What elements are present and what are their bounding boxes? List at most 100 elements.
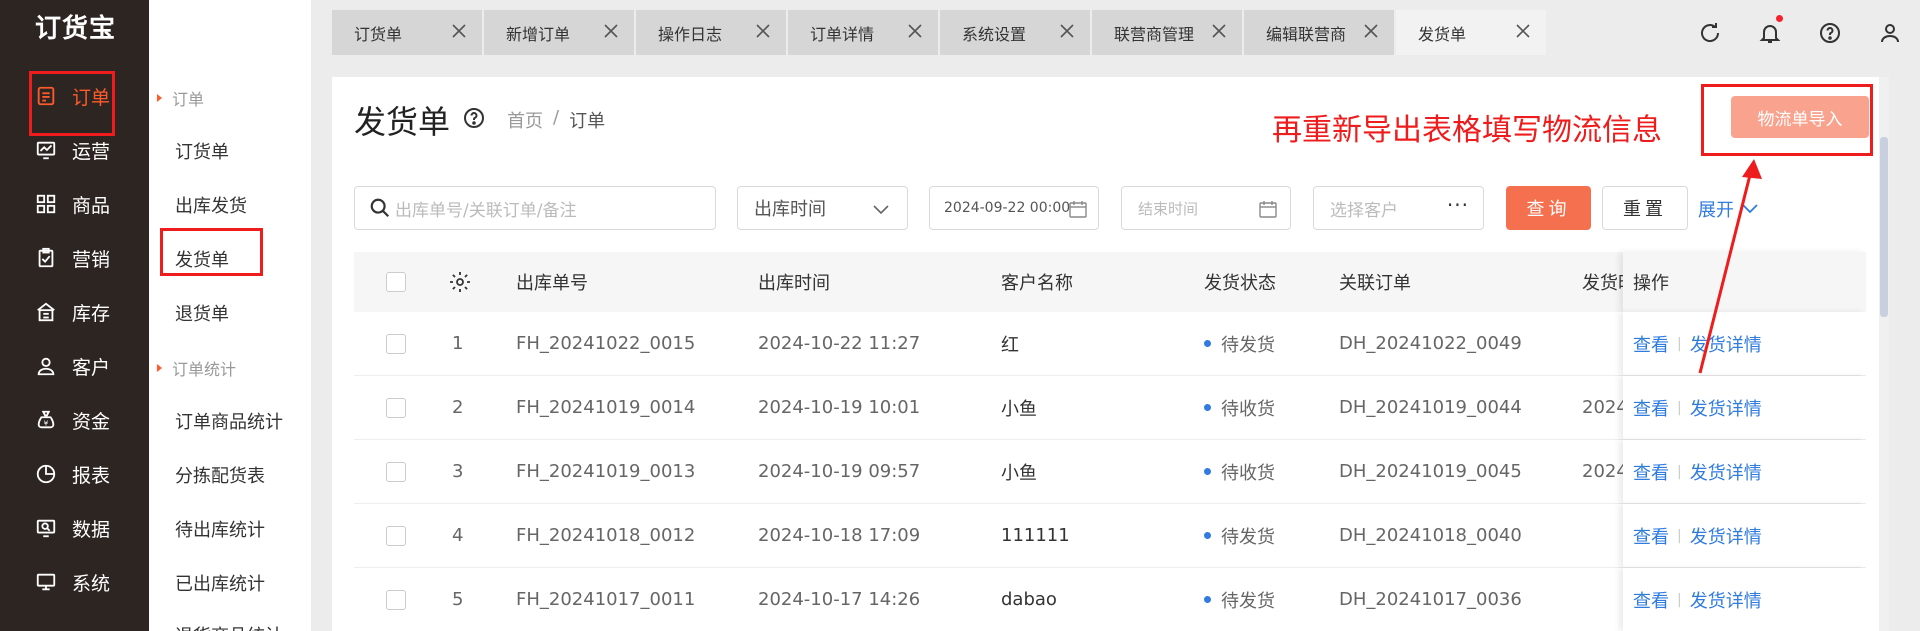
col-header-time: 出库时间 (758, 273, 830, 294)
top-toolbar (1680, 10, 1920, 55)
subnav-item-done-outbound[interactable]: 已出库统计 (175, 570, 265, 596)
sidebar-item-customers[interactable]: 客户 (0, 346, 149, 386)
close-icon[interactable] (1514, 22, 1532, 40)
end-time-input[interactable]: 结束时间 (1121, 186, 1291, 230)
scrollbar-thumb[interactable] (1880, 137, 1888, 317)
search-placeholder: 出库单号/关联订单/备注 (395, 200, 577, 221)
app-logo: 订货宝 (35, 14, 117, 44)
end-time-placeholder: 结束时间 (1138, 199, 1199, 218)
row-ship-time: 2024 (1582, 461, 1628, 482)
close-icon[interactable] (450, 22, 468, 40)
row-ship-time: 2024 (1582, 397, 1628, 418)
sidebar-item-system[interactable]: 系统 (0, 562, 149, 602)
main-content: 发货单 首页 / 订单 再重新导出表格填写物流信息 物流单导入 出库单号/关联订… (332, 77, 1889, 631)
tab-order-list[interactable]: 订货单 (332, 10, 482, 55)
tab-order-detail[interactable]: 订单详情 (788, 10, 938, 55)
row-time: 2024-10-17 14:26 (758, 589, 921, 610)
more-icon: ··· (1446, 193, 1469, 217)
chevron-down-icon (1742, 204, 1758, 214)
user-icon (1881, 23, 1899, 42)
close-icon[interactable] (1210, 22, 1228, 40)
subnav-group-stats: 订单统计 (157, 356, 236, 380)
annotation-text: 再重新导出表格填写物流信息 (1272, 113, 1662, 148)
sidebar-item-data[interactable]: 数据 (0, 508, 149, 548)
subnav-item-pending-outbound[interactable]: 待出库统计 (175, 516, 265, 542)
close-icon[interactable] (754, 22, 772, 40)
delivery-detail-link[interactable]: 发货详情 (1690, 587, 1762, 613)
row-no: FH_20241018_0012 (516, 525, 696, 546)
warehouse-icon (34, 300, 58, 324)
table-header: 出库单号 出库时间 客户名称 发货状态 关联订单 发货时 操作 (354, 252, 1866, 312)
sidebar-item-inventory[interactable]: 库存 (0, 292, 149, 332)
tab-edit-partner[interactable]: 编辑联营商 (1244, 10, 1394, 55)
tab-system-settings[interactable]: 系统设置 (940, 10, 1090, 55)
close-icon[interactable] (602, 22, 620, 40)
tab-bar: 订货单 新增订单 操作日志 订单详情 系统设置 联营商管理 编辑联营商 发货单 (332, 10, 1548, 55)
start-time-value: 2024-09-22 00:00 (944, 200, 1071, 216)
vertical-scrollbar[interactable] (1879, 77, 1889, 631)
subnav-item-outbound[interactable]: 出库发货 (175, 192, 247, 218)
notification-button[interactable] (1740, 10, 1800, 55)
notification-dot (1776, 15, 1783, 22)
subnav-item-return-stats[interactable]: 退货商品统计 (175, 622, 283, 631)
question-icon[interactable] (462, 106, 486, 130)
row-checkbox[interactable] (386, 333, 406, 354)
close-icon[interactable] (1058, 22, 1076, 40)
breadcrumb: 首页 / 订单 (507, 107, 606, 133)
delivery-detail-link[interactable]: 发货详情 (1690, 523, 1762, 549)
select-all-checkbox[interactable] (386, 272, 406, 292)
row-checkbox[interactable] (386, 589, 406, 610)
close-icon[interactable] (906, 22, 924, 40)
row-customer: dabao (1001, 589, 1057, 610)
tab-new-order[interactable]: 新增订单 (484, 10, 634, 55)
view-link[interactable]: 查看 (1633, 395, 1669, 421)
breadcrumb-home[interactable]: 首页 (507, 107, 543, 133)
start-time-input[interactable]: 2024-09-22 00:00 (929, 186, 1099, 230)
sidebar-item-label: 客户 (72, 356, 111, 379)
row-checkbox[interactable] (386, 397, 406, 418)
refresh-button[interactable] (1680, 10, 1740, 55)
logistics-import-button[interactable]: 物流单导入 (1731, 96, 1869, 138)
row-checkbox[interactable] (386, 461, 406, 482)
delivery-detail-link[interactable]: 发货详情 (1690, 395, 1762, 421)
sidebar-item-funds[interactable]: ¥ 资金 (0, 400, 149, 440)
row-status: 待发货 (1204, 504, 1275, 567)
subnav-item-product-stats[interactable]: 订单商品统计 (175, 408, 283, 434)
data-screen-icon (34, 516, 58, 540)
help-button[interactable] (1800, 10, 1860, 55)
account-button[interactable] (1860, 10, 1920, 55)
sidebar-item-label: 运营 (72, 140, 111, 163)
tab-operation-log[interactable]: 操作日志 (636, 10, 786, 55)
sidebar-item-operations[interactable]: 运营 (0, 130, 149, 170)
sidebar-item-products[interactable]: 商品 (0, 184, 149, 224)
delivery-detail-link[interactable]: 发货详情 (1690, 459, 1762, 485)
view-link[interactable]: 查看 (1633, 523, 1669, 549)
query-button[interactable]: 查询 (1506, 186, 1591, 230)
subnav-item-order-list[interactable]: 订货单 (175, 138, 229, 164)
view-link[interactable]: 查看 (1633, 587, 1669, 613)
sidebar-item-label: 数据 (72, 518, 111, 541)
time-type-select[interactable]: 出库时间 (737, 186, 908, 230)
sidebar-item-reports[interactable]: 报表 (0, 454, 149, 494)
subnav-item-return[interactable]: 退货单 (175, 300, 229, 326)
delivery-detail-link[interactable]: 发货详情 (1690, 331, 1762, 357)
view-link[interactable]: 查看 (1633, 331, 1669, 357)
customer-select[interactable]: 选择客户 ··· (1313, 186, 1484, 230)
tab-delivery[interactable]: 发货单 (1396, 10, 1546, 55)
sidebar-item-marketing[interactable]: 营销 (0, 238, 149, 278)
col-header-order: 关联订单 (1339, 273, 1411, 294)
close-icon[interactable] (1362, 22, 1380, 40)
sidebar-item-label: 报表 (72, 464, 111, 487)
tab-partner-manage[interactable]: 联营商管理 (1092, 10, 1242, 55)
search-input[interactable]: 出库单号/关联订单/备注 (354, 186, 716, 230)
row-checkbox[interactable] (386, 525, 406, 546)
subnav-item-picking[interactable]: 分拣配货表 (175, 462, 265, 488)
row-customer: 红 (1001, 334, 1019, 356)
sidebar-item-label: 库存 (72, 302, 111, 325)
monitor-icon (34, 570, 58, 594)
row-time: 2024-10-18 17:09 (758, 525, 921, 546)
settings-icon[interactable] (448, 270, 472, 294)
reset-button[interactable]: 重置 (1602, 186, 1688, 230)
view-link[interactable]: 查看 (1633, 459, 1669, 485)
expand-toggle[interactable]: 展开 (1698, 196, 1760, 222)
